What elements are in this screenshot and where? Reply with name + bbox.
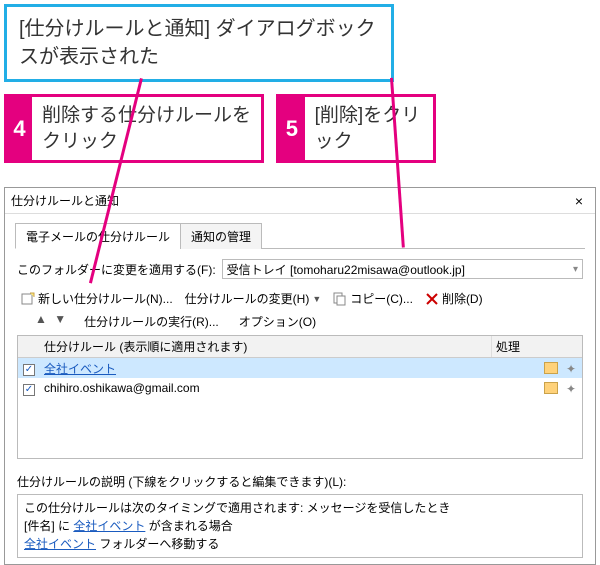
desc-subject-link[interactable]: 全社イベント bbox=[73, 519, 145, 533]
rule-name: chihiro.oshikawa@gmail.com bbox=[44, 381, 200, 395]
move-updown[interactable]: ▲ ▼ bbox=[35, 312, 68, 331]
desc-line-1: この仕分けルールは次のタイミングで適用されます: メッセージを受信したとき bbox=[24, 499, 576, 517]
rule-description-box: この仕分けルールは次のタイミングで適用されます: メッセージを受信したとき [件… bbox=[17, 494, 583, 558]
chevron-down-icon: ▾ bbox=[573, 264, 578, 275]
folder-value: 受信トレイ [tomoharu22misawa@outlook.jp] bbox=[227, 261, 465, 278]
rules-toolbar: 新しい仕分けルール(N)... 仕分けルールの変更(H) ▼ コピー(C)...… bbox=[17, 289, 583, 308]
options-button[interactable]: オプション(O) bbox=[235, 312, 320, 331]
folder-icon bbox=[544, 382, 558, 394]
rule-table-header: 仕分けルール (表示順に適用されます) 処理 bbox=[18, 336, 582, 358]
new-rule-label: 新しい仕分けルール(N)... bbox=[38, 290, 173, 307]
callout-top-text: [仕分けルールと通知] ダイアログボックスが表示された bbox=[4, 4, 394, 82]
new-rule-button[interactable]: 新しい仕分けルール(N)... bbox=[17, 289, 177, 308]
tab-strip: 電子メールの仕分けルール 通知の管理 bbox=[15, 222, 585, 249]
sub-actions: ▲ ▼ 仕分けルールの実行(R)... オプション(O) bbox=[35, 312, 583, 331]
table-row[interactable]: ✓ chihiro.oshikawa@gmail.com ✦ bbox=[18, 378, 582, 398]
rule-table-blank bbox=[18, 398, 582, 458]
desc-line-2: [件名] に 全社イベント が含まれる場合 bbox=[24, 517, 576, 535]
change-rule-button[interactable]: 仕分けルールの変更(H) ▼ bbox=[181, 289, 326, 308]
step-5-text: [削除]をクリック bbox=[305, 97, 433, 160]
rule-table: 仕分けルール (表示順に適用されます) 処理 ✓ 全社イベント ✦ ✓ chih… bbox=[17, 335, 583, 459]
folder-row: このフォルダーに変更を適用する(F): 受信トレイ [tomoharu22mis… bbox=[17, 259, 583, 279]
delete-icon bbox=[425, 292, 439, 306]
folder-select[interactable]: 受信トレイ [tomoharu22misawa@outlook.jp] ▾ bbox=[222, 259, 583, 279]
rule-checkbox[interactable]: ✓ bbox=[23, 364, 35, 376]
rules-dialog: 仕分けルールと通知 × 電子メールの仕分けルール 通知の管理 このフォルダーに変… bbox=[4, 187, 596, 565]
new-rule-icon bbox=[21, 292, 35, 306]
rule-description-label: 仕分けルールの説明 (下線をクリックすると編集できます)(L): bbox=[17, 473, 583, 490]
copy-icon bbox=[333, 292, 347, 306]
folder-icon bbox=[544, 362, 558, 374]
delete-rule-label: 削除(D) bbox=[442, 290, 483, 307]
run-rules-button[interactable]: 仕分けルールの実行(R)... bbox=[80, 312, 223, 331]
folder-label: このフォルダーに変更を適用する(F): bbox=[17, 261, 216, 278]
dialog-titlebar: 仕分けルールと通知 × bbox=[5, 188, 595, 214]
close-button[interactable]: × bbox=[569, 193, 589, 209]
steps-row: 4 削除する仕分けルールをクリック 5 [削除]をクリック bbox=[4, 94, 596, 163]
delete-rule-button[interactable]: 削除(D) bbox=[421, 289, 487, 308]
col-rule-header[interactable]: 仕分けルール (表示順に適用されます) bbox=[40, 336, 492, 357]
rule-name: 全社イベント bbox=[44, 360, 116, 377]
step-5: 5 [削除]をクリック bbox=[276, 94, 436, 163]
desc-folder-link[interactable]: 全社イベント bbox=[24, 537, 96, 551]
rule-type-icon: ✦ bbox=[562, 362, 576, 374]
copy-rule-label: コピー(C)... bbox=[350, 290, 413, 307]
col-action-header[interactable]: 処理 bbox=[492, 336, 582, 357]
step-5-num: 5 bbox=[279, 97, 305, 160]
table-row[interactable]: ✓ 全社イベント ✦ bbox=[18, 358, 582, 378]
desc-line-3: 全社イベント フォルダーへ移動する bbox=[24, 535, 576, 553]
rule-description-section: 仕分けルールの説明 (下線をクリックすると編集できます)(L): この仕分けルー… bbox=[17, 473, 583, 558]
step-4-text: 削除する仕分けルールをクリック bbox=[32, 97, 261, 160]
chevron-down-icon: ▼ bbox=[312, 294, 321, 304]
tab-email-rules[interactable]: 電子メールの仕分けルール bbox=[15, 223, 181, 249]
rule-checkbox[interactable]: ✓ bbox=[23, 384, 35, 396]
dialog-title: 仕分けルールと通知 bbox=[11, 192, 119, 209]
copy-rule-button[interactable]: コピー(C)... bbox=[329, 289, 417, 308]
tab-notifications[interactable]: 通知の管理 bbox=[180, 223, 262, 249]
step-4-num: 4 bbox=[7, 97, 32, 160]
rule-type-icon: ✦ bbox=[562, 382, 576, 394]
change-rule-label: 仕分けルールの変更(H) bbox=[185, 290, 310, 307]
step-4: 4 削除する仕分けルールをクリック bbox=[4, 94, 264, 163]
